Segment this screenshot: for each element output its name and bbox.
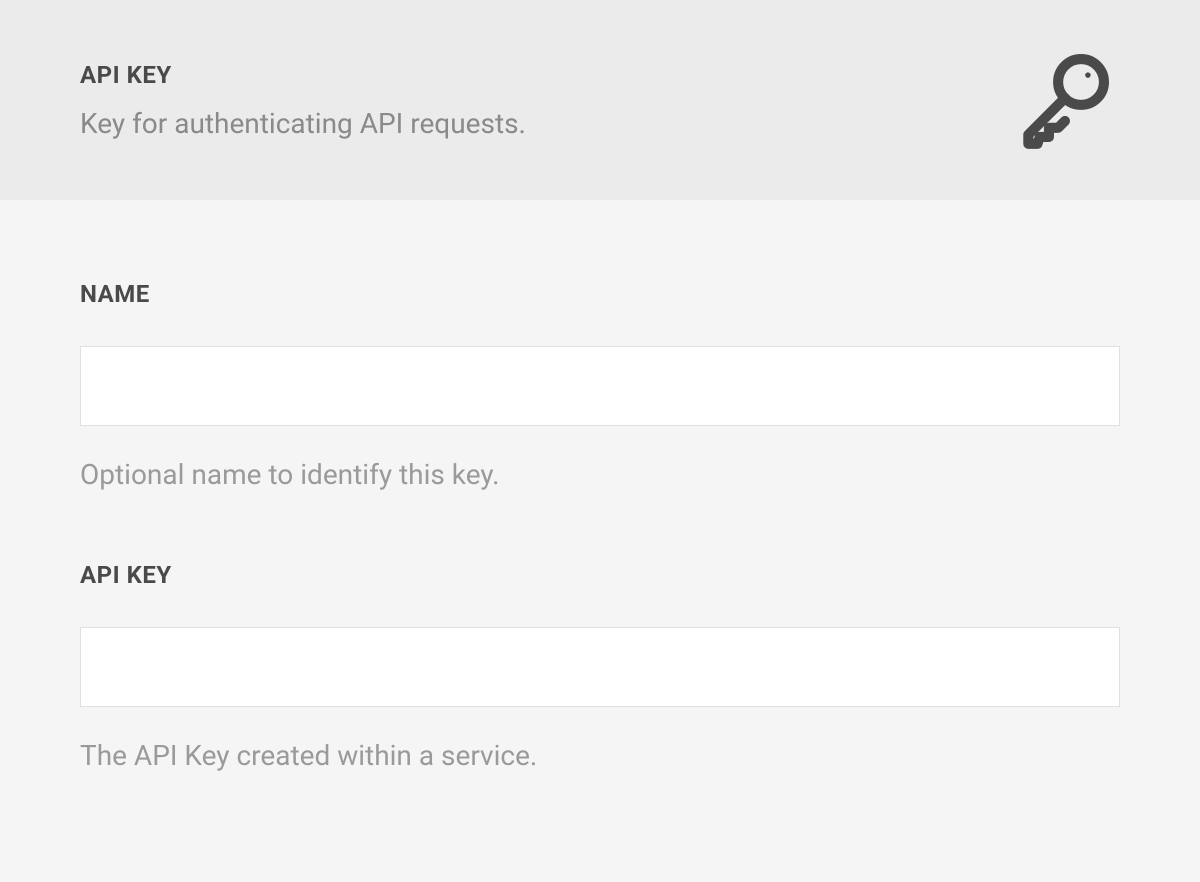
form-section: NAME Optional name to identify this key.… [0, 200, 1200, 882]
key-icon [1010, 43, 1120, 157]
apikey-field-group: API KEY The API Key created within a ser… [80, 561, 1120, 772]
name-label: NAME [80, 280, 1120, 308]
page-title: API KEY [80, 61, 526, 89]
page-header: API KEY Key for authenticating API reque… [0, 0, 1200, 200]
name-input[interactable] [80, 346, 1120, 426]
apikey-input[interactable] [80, 627, 1120, 707]
apikey-label: API KEY [80, 561, 1120, 589]
header-text-block: API KEY Key for authenticating API reque… [80, 61, 526, 140]
apikey-help-text: The API Key created within a service. [80, 739, 1120, 772]
name-help-text: Optional name to identify this key. [80, 458, 1120, 491]
name-field-group: NAME Optional name to identify this key. [80, 280, 1120, 491]
page-subtitle: Key for authenticating API requests. [80, 107, 526, 140]
